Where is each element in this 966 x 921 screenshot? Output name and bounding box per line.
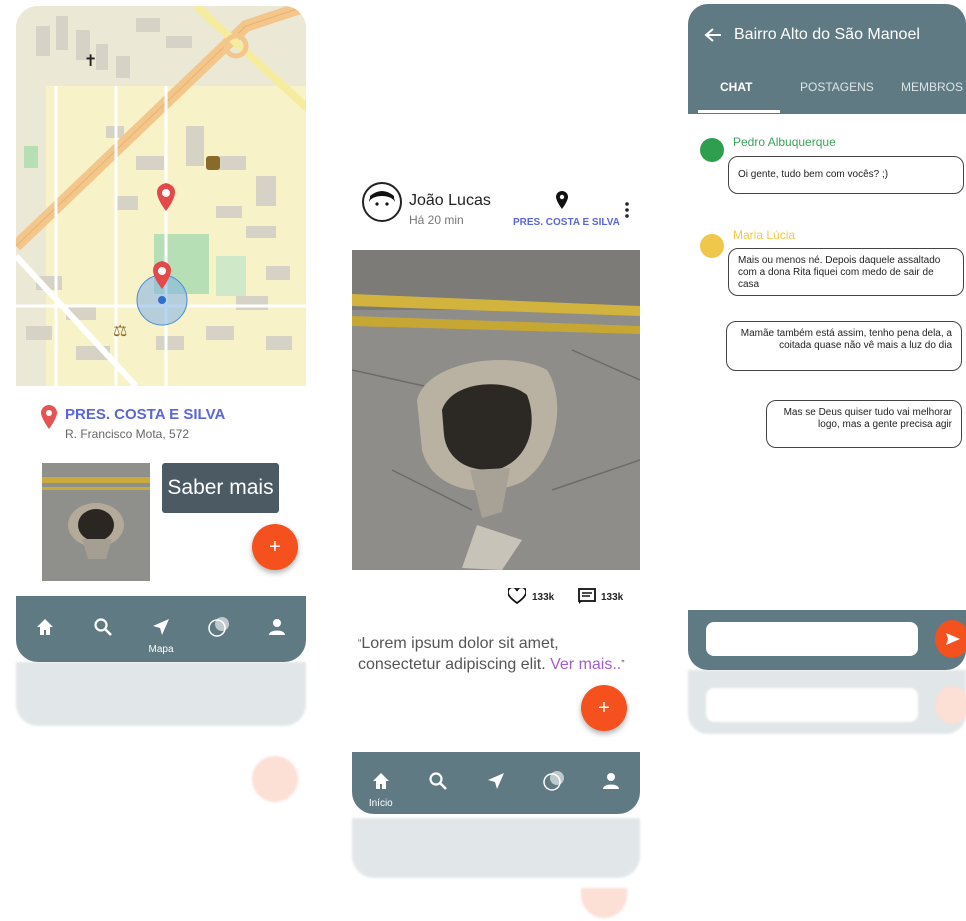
- post-screen: João Lucas Há 20 min PRES. COSTA E SILVA…: [352, 168, 640, 818]
- user-icon: [601, 771, 621, 796]
- post-photo[interactable]: [352, 250, 640, 570]
- sender-name: Maria Lúcia: [733, 228, 796, 242]
- nav-search[interactable]: [83, 609, 123, 649]
- home-icon: [371, 771, 391, 796]
- bottom-nav: Início: [352, 752, 640, 814]
- tab-postagens[interactable]: POSTAGENS: [800, 80, 874, 94]
- chat-screen: Bairro Alto do São Manoel CHAT POSTAGENS…: [688, 4, 966, 670]
- chat-header: [688, 4, 966, 114]
- see-more-link[interactable]: Ver mais..: [550, 656, 621, 673]
- post-location[interactable]: PRES. COSTA E SILVA: [513, 217, 620, 228]
- location-pin-icon: [40, 404, 58, 435]
- nav-home-label: Início: [368, 798, 393, 809]
- user-icon: [267, 617, 287, 642]
- chat-message: Oi gente, tudo bem com vocês? ;): [728, 156, 964, 194]
- pothole-thumbnail[interactable]: [42, 463, 150, 581]
- active-tab-indicator: [698, 110, 780, 113]
- post-screen-reflection: [352, 818, 640, 918]
- add-button[interactable]: +: [252, 524, 298, 570]
- circles-icon: [207, 615, 231, 644]
- circles-icon: [542, 769, 566, 798]
- post-text: “Lorem ipsum dolor sit amet, consectetur…: [358, 633, 636, 675]
- chat-message: Mamãe também está assim, tenho pena dela…: [726, 321, 962, 371]
- nav-profile[interactable]: [591, 763, 631, 803]
- nav-home[interactable]: [25, 609, 65, 649]
- chat-message: Mais ou menos né. Depois daquele assalta…: [728, 248, 964, 296]
- send-button[interactable]: [935, 620, 966, 658]
- message-input[interactable]: [706, 622, 918, 656]
- nav-community[interactable]: [534, 763, 574, 803]
- back-arrow-icon[interactable]: [704, 27, 722, 48]
- search-icon: [93, 617, 113, 642]
- post-body: Lorem ipsum dolor sit amet, consectetur …: [358, 635, 559, 673]
- likes-count: 133k: [532, 592, 555, 603]
- chat-screen-reflection: [688, 670, 966, 734]
- nav-map[interactable]: Mapa: [141, 609, 181, 655]
- avatar[interactable]: [700, 234, 724, 258]
- send-icon: [945, 631, 961, 652]
- quote-close: ”: [621, 659, 625, 670]
- map-screen: ✝ ⚖ PRES. COSTA E SILVA R. Francisco Mot…: [16, 6, 306, 662]
- avatar[interactable]: [700, 138, 724, 162]
- nav-search[interactable]: [418, 763, 458, 803]
- nav-map-label: Mapa: [148, 644, 174, 655]
- sender-name: Pedro Albuquerque: [733, 135, 836, 149]
- map-screen-reflection: [16, 662, 306, 802]
- location-address: R. Francisco Mota, 572: [65, 427, 190, 441]
- chat-message: Mas se Deus quiser tudo vai melhorar log…: [766, 400, 962, 448]
- post-time: Há 20 min: [409, 213, 464, 227]
- post-author[interactable]: João Lucas: [409, 192, 491, 210]
- nav-home[interactable]: Início: [361, 763, 401, 809]
- bottom-nav: Mapa: [16, 596, 306, 662]
- search-icon: [428, 771, 448, 796]
- svg-text:⚖: ⚖: [113, 323, 127, 340]
- location-title: PRES. COSTA E SILVA: [65, 406, 226, 423]
- comment-icon[interactable]: [578, 588, 596, 609]
- nav-profile[interactable]: [257, 609, 297, 649]
- heart-icon[interactable]: [507, 586, 527, 609]
- navigation-arrow-icon: [486, 771, 506, 796]
- chat-title: Bairro Alto do São Manoel: [734, 26, 920, 43]
- add-button[interactable]: +: [581, 685, 627, 731]
- avatar[interactable]: [362, 182, 402, 222]
- tab-membros[interactable]: MEMBROS: [901, 80, 963, 94]
- location-pin-icon: [555, 190, 569, 215]
- svg-text:✝: ✝: [84, 53, 97, 70]
- tab-chat[interactable]: CHAT: [720, 80, 752, 94]
- nav-map[interactable]: [476, 763, 516, 803]
- comments-count: 133k: [601, 592, 624, 603]
- saber-mais-button[interactable]: Saber mais: [162, 463, 279, 513]
- nav-community[interactable]: [199, 609, 239, 649]
- map-view[interactable]: ✝ ⚖: [16, 6, 306, 386]
- navigation-arrow-icon: [151, 617, 171, 642]
- more-options-icon[interactable]: [625, 202, 629, 223]
- home-icon: [35, 617, 55, 642]
